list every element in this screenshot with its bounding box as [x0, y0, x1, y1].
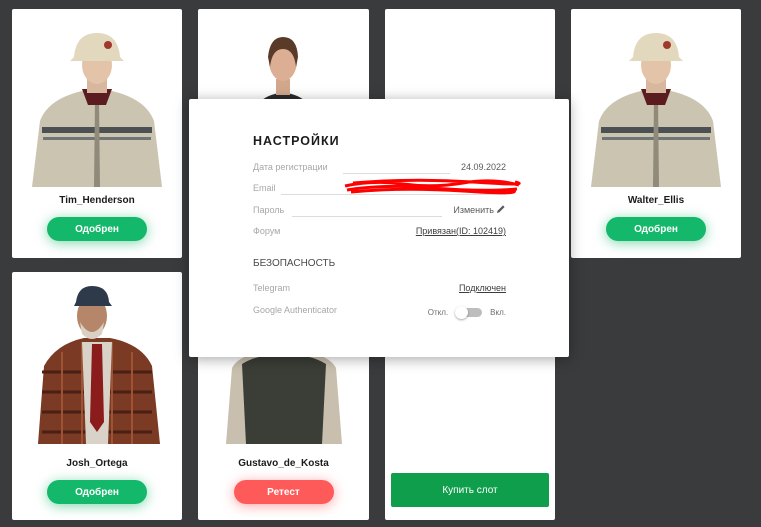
- character-card[interactable]: Tim_Henderson Одобрен: [12, 9, 182, 258]
- status-approved-button[interactable]: Одобрен: [606, 217, 706, 241]
- toggle-on-label: Вкл.: [490, 307, 506, 317]
- password-label: Пароль: [253, 205, 285, 215]
- character-avatar: [12, 272, 182, 447]
- character-card[interactable]: Josh_Ortega Одобрен: [12, 272, 182, 520]
- divider: [292, 216, 442, 217]
- telegram-status-link[interactable]: Подключен: [459, 283, 506, 293]
- character-avatar: [571, 9, 741, 194]
- toggle-knob: [455, 305, 469, 319]
- google-authenticator-row: Google Authenticator: [253, 305, 393, 317]
- email-label: Email: [253, 183, 276, 193]
- character-name: Walter_Ellis: [627, 195, 685, 206]
- redacted-scribble: [344, 178, 521, 195]
- character-card[interactable]: Walter_Ellis Одобрен: [571, 9, 741, 258]
- security-section-title: БЕЗОПАСНОСТЬ: [253, 258, 336, 269]
- divider: [343, 173, 450, 174]
- google-authenticator-label: Google Authenticator: [253, 305, 338, 315]
- buy-slot-button[interactable]: Купить слот: [391, 473, 549, 507]
- registration-date-value: 24.09.2022: [460, 162, 506, 172]
- registration-date-label: Дата регистрации: [253, 162, 328, 172]
- pencil-icon[interactable]: [496, 204, 506, 216]
- settings-modal: НАСТРОЙКИ Дата регистрации 24.09.2022 Em…: [189, 99, 569, 357]
- character-avatar: [12, 9, 182, 194]
- telegram-row: Telegram Подключен: [253, 283, 506, 295]
- google-authenticator-toggle[interactable]: [455, 305, 483, 319]
- character-name: Tim_Henderson: [59, 195, 135, 206]
- status-approved-button[interactable]: Одобрен: [47, 217, 147, 241]
- character-name: Josh_Ortega: [66, 458, 128, 469]
- password-row: Пароль Изменить: [253, 205, 506, 217]
- forum-label: Форум: [253, 226, 281, 236]
- settings-title: НАСТРОЙКИ: [253, 134, 340, 148]
- status-approved-button[interactable]: Одобрен: [47, 480, 147, 504]
- change-password-link[interactable]: Изменить: [453, 205, 494, 215]
- character-name: Gustavo_de_Kosta: [238, 458, 329, 469]
- telegram-label: Telegram: [253, 283, 291, 293]
- toggle-off-label: Откл.: [427, 307, 449, 317]
- forum-row: Форум Привязан(ID: 102419): [253, 226, 506, 238]
- status-retest-button[interactable]: Ретест: [233, 480, 334, 504]
- google-authenticator-toggle-group: Откл. Вкл.: [427, 305, 506, 319]
- forum-link[interactable]: Привязан(ID: 102419): [416, 226, 506, 236]
- registration-date-row: Дата регистрации 24.09.2022: [253, 162, 506, 174]
